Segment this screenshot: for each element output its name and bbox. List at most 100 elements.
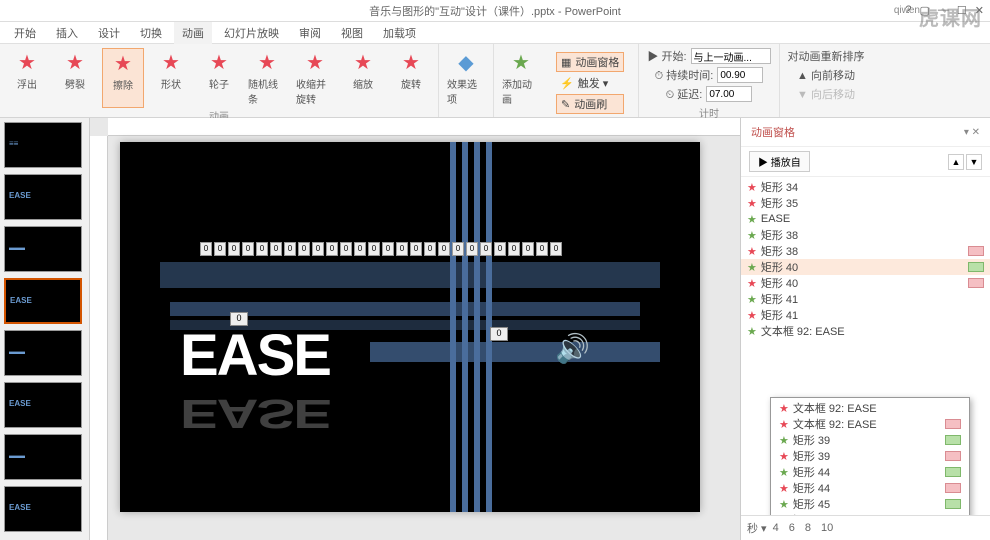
speaker-icon[interactable]: 🔊	[555, 332, 590, 365]
anim-tag[interactable]: 0	[270, 242, 282, 256]
tab-animations[interactable]: 动画	[174, 22, 212, 44]
duration-input[interactable]	[717, 67, 763, 83]
anim-row[interactable]: ★文本框 92: EASE	[741, 323, 990, 339]
animation-tags[interactable]: 00000000000000000000000000	[200, 242, 562, 256]
animation-gallery[interactable]: ★浮出★劈裂★擦除★形状★轮子★随机线条★收缩并旋转★缩放★旋转	[6, 48, 432, 108]
tab-home[interactable]: 开始	[6, 22, 44, 44]
seconds-dropdown[interactable]: 秒 ▾	[747, 520, 767, 536]
anim-tag[interactable]: 0	[452, 242, 464, 256]
anim-tag[interactable]: 0	[228, 242, 240, 256]
anim-row[interactable]: ★EASE	[741, 211, 990, 227]
anim-tag[interactable]: 0	[242, 242, 254, 256]
anim-tag[interactable]: 0	[382, 242, 394, 256]
move-up-button[interactable]: ▲	[948, 154, 964, 170]
thumb-7[interactable]: ▬▬	[4, 434, 82, 480]
anim-row[interactable]: ★矩形 44	[773, 480, 967, 496]
anim-tag[interactable]: 0	[368, 242, 380, 256]
thumb-1[interactable]: ≡≡	[4, 122, 82, 168]
anim-tag[interactable]: 0	[298, 242, 310, 256]
tab-review[interactable]: 审阅	[291, 22, 329, 44]
anim-row[interactable]: ★文本框 92: EASE	[773, 416, 967, 432]
anim-row[interactable]: ★矩形 39	[773, 432, 967, 448]
anim-tag[interactable]: 0	[354, 242, 366, 256]
anim-effect-形状[interactable]: ★形状	[150, 48, 192, 108]
move-down-button[interactable]: ▼	[966, 154, 982, 170]
anim-effect-劈裂[interactable]: ★劈裂	[54, 48, 96, 108]
tab-design[interactable]: 设计	[90, 22, 128, 44]
trigger-button[interactable]: ⚡触发 ▾	[556, 74, 624, 92]
anim-tag[interactable]: 0	[340, 242, 352, 256]
anim-tag[interactable]: 0	[522, 242, 534, 256]
play-from-button[interactable]: ▶ 播放自	[749, 151, 810, 172]
thumb-2[interactable]: EASE	[4, 174, 82, 220]
anim-effect-旋转[interactable]: ★旋转	[390, 48, 432, 108]
slide-canvas[interactable]: 00000000000000000000000000 0 0 EASE EASE…	[120, 142, 700, 512]
horizontal-ruler	[108, 118, 740, 136]
tab-insert[interactable]: 插入	[48, 22, 86, 44]
anim-tag[interactable]: 0	[410, 242, 422, 256]
animation-popup[interactable]: ★文本框 92: EASE★文本框 92: EASE★矩形 39★矩形 39★矩…	[770, 397, 970, 515]
animation-list[interactable]: ★矩形 34★矩形 35★EASE★矩形 38★矩形 38★矩形 40★矩形 4…	[741, 177, 990, 515]
tab-transitions[interactable]: 切换	[132, 22, 170, 44]
anim-row[interactable]: ★矩形 35	[741, 195, 990, 211]
tab-addins[interactable]: 加载项	[375, 22, 424, 44]
anim-effect-浮出[interactable]: ★浮出	[6, 48, 48, 108]
anim-effect-随机线条[interactable]: ★随机线条	[246, 48, 288, 108]
anim-row[interactable]: ★文本框 92: EASE	[773, 400, 967, 416]
anim-tag[interactable]: 0	[312, 242, 324, 256]
anim-tag[interactable]: 0	[424, 242, 436, 256]
anim-effect-缩放[interactable]: ★缩放	[342, 48, 384, 108]
anim-tag[interactable]: 0	[466, 242, 478, 256]
anim-tag[interactable]: 0	[326, 242, 338, 256]
slide-thumbnails[interactable]: ≡≡ EASE ▬▬ EASE ▬▬ EASE ▬▬ EASE	[0, 118, 90, 540]
delay-input[interactable]	[706, 86, 752, 102]
ribbon-tabs: 开始 插入 设计 切换 动画 幻灯片放映 审阅 视图 加载项	[0, 22, 990, 44]
anim-tag[interactable]: 0	[214, 242, 226, 256]
anim-row[interactable]: ★矩形 44	[773, 464, 967, 480]
anim-row[interactable]: ★矩形 34	[741, 179, 990, 195]
anim-tag[interactable]: 0	[480, 242, 492, 256]
titlebar: 音乐与图形的"互动"设计（课件）.pptx - PowerPoint qiwen…	[0, 0, 990, 22]
ease-text[interactable]: EASE	[180, 322, 330, 389]
move-earlier-button[interactable]: ▲ 向前移动	[797, 67, 855, 83]
animation-pane-button[interactable]: ▦动画窗格	[556, 52, 624, 72]
anim-effect-收缩并旋转[interactable]: ★收缩并旋转	[294, 48, 336, 108]
anim-tag[interactable]: 0	[284, 242, 296, 256]
anim-tag[interactable]: 0	[438, 242, 450, 256]
duration-label: ⏱ 持续时间:	[655, 67, 714, 83]
anim-row[interactable]: ★矩形 40	[741, 259, 990, 275]
help-icon[interactable]: ?	[905, 4, 911, 17]
thumb-3[interactable]: ▬▬	[4, 226, 82, 272]
effect-options-button[interactable]: ◆ 效果选项	[445, 48, 487, 108]
add-animation-button[interactable]: ★ 添加动画	[500, 48, 542, 118]
anim-row[interactable]: ★矩形 38	[741, 227, 990, 243]
anim-row[interactable]: ★矩形 41	[741, 307, 990, 323]
anim-row[interactable]: ★矩形 45	[773, 512, 967, 515]
pane-close-button[interactable]: ▾ ✕	[964, 127, 980, 138]
anim-tag[interactable]: 0	[256, 242, 268, 256]
anim-row[interactable]: ★矩形 40	[741, 275, 990, 291]
tab-view[interactable]: 视图	[333, 22, 371, 44]
anim-tag-single2[interactable]: 0	[490, 327, 508, 341]
tab-slideshow[interactable]: 幻灯片放映	[216, 22, 287, 44]
move-later-button[interactable]: ▼ 向后移动	[797, 86, 855, 102]
thumb-5[interactable]: ▬▬	[4, 330, 82, 376]
start-dropdown[interactable]	[691, 48, 771, 64]
anim-effect-擦除[interactable]: ★擦除	[102, 48, 144, 108]
anim-tag[interactable]: 0	[550, 242, 562, 256]
anim-row[interactable]: ★矩形 38	[741, 243, 990, 259]
anim-row[interactable]: ★矩形 45	[773, 496, 967, 512]
anim-tag[interactable]: 0	[396, 242, 408, 256]
anim-tag[interactable]: 0	[536, 242, 548, 256]
anim-effect-轮子[interactable]: ★轮子	[198, 48, 240, 108]
thumb-6[interactable]: EASE	[4, 382, 82, 428]
anim-tag[interactable]: 0	[508, 242, 520, 256]
thumb-4[interactable]: EASE	[4, 278, 82, 324]
animation-painter-button[interactable]: ✎动画刷	[556, 94, 624, 114]
thumb-8[interactable]: EASE	[4, 486, 82, 532]
anim-tag[interactable]: 0	[200, 242, 212, 256]
anim-row[interactable]: ★矩形 41	[741, 291, 990, 307]
anim-tag[interactable]: 0	[494, 242, 506, 256]
anim-row[interactable]: ★矩形 39	[773, 448, 967, 464]
painter-icon: ✎	[561, 98, 570, 111]
